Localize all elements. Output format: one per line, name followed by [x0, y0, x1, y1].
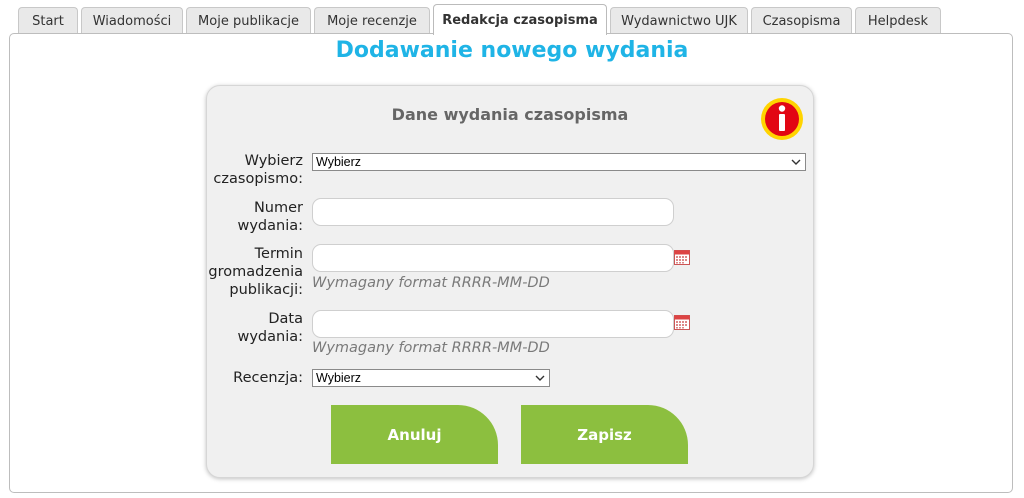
- tab-label: Moje recenzje: [327, 13, 417, 29]
- tab-helpdesk[interactable]: Helpdesk: [855, 7, 941, 34]
- journal-select[interactable]: Wybierz: [312, 153, 806, 171]
- deadline-format-hint: Wymagany format RRRR-MM-DD: [312, 275, 550, 291]
- tab-wydawnictwo-ujk[interactable]: Wydawnictwo UJK: [610, 7, 748, 34]
- issue-date-label: Data wydania:: [237, 311, 303, 345]
- calendar-icon[interactable]: [674, 315, 690, 330]
- deadline-label: Termin gromadzenia publikacji:: [208, 246, 303, 298]
- cancel-button[interactable]: Anuluj: [331, 405, 498, 464]
- issue-date-format-hint: Wymagany format RRRR-MM-DD: [312, 340, 550, 356]
- chevron-down-icon: [535, 375, 545, 381]
- deadline-date-input[interactable]: [312, 244, 674, 272]
- info-icon[interactable]: [760, 97, 804, 141]
- tab-czasopisma[interactable]: Czasopisma: [751, 7, 852, 34]
- tab-redakcja-czasopisma[interactable]: Redakcja czasopisma: [433, 4, 607, 35]
- chevron-down-icon: [791, 159, 801, 165]
- page-title: Dodawanie nowego wydania: [335, 38, 689, 63]
- tab-label: Moje publikacje: [198, 13, 299, 29]
- tab-moje-recenzje[interactable]: Moje recenzje: [314, 7, 430, 34]
- tab-start[interactable]: Start: [18, 7, 78, 34]
- journal-label: Wybierz czasopismo:: [213, 153, 303, 187]
- tab-moje-publikacje[interactable]: Moje publikacje: [186, 7, 311, 34]
- form-heading: Dane wydania czasopisma: [391, 105, 629, 124]
- tab-wiadomosci[interactable]: Wiadomości: [81, 7, 183, 34]
- tab-label: Helpdesk: [867, 13, 929, 29]
- issue-number-label: Numer wydania:: [237, 200, 303, 234]
- review-select[interactable]: Wybierz: [312, 369, 550, 387]
- review-label: Recenzja:: [233, 370, 303, 386]
- issue-number-input[interactable]: [312, 198, 674, 226]
- tab-label: Start: [32, 13, 64, 29]
- calendar-icon[interactable]: [674, 250, 690, 265]
- tab-label: Wydawnictwo UJK: [621, 13, 737, 29]
- issue-date-input[interactable]: [312, 310, 674, 338]
- tab-label: Redakcja czasopisma: [442, 12, 598, 28]
- tab-label: Czasopisma: [762, 13, 841, 29]
- tab-label: Wiadomości: [92, 13, 172, 29]
- journal-select-value: Wybierz: [316, 155, 362, 169]
- save-button[interactable]: Zapisz: [521, 405, 688, 464]
- review-select-value: Wybierz: [316, 371, 362, 385]
- issue-form: Dane wydania czasopisma Wybierz czasopis…: [206, 85, 814, 478]
